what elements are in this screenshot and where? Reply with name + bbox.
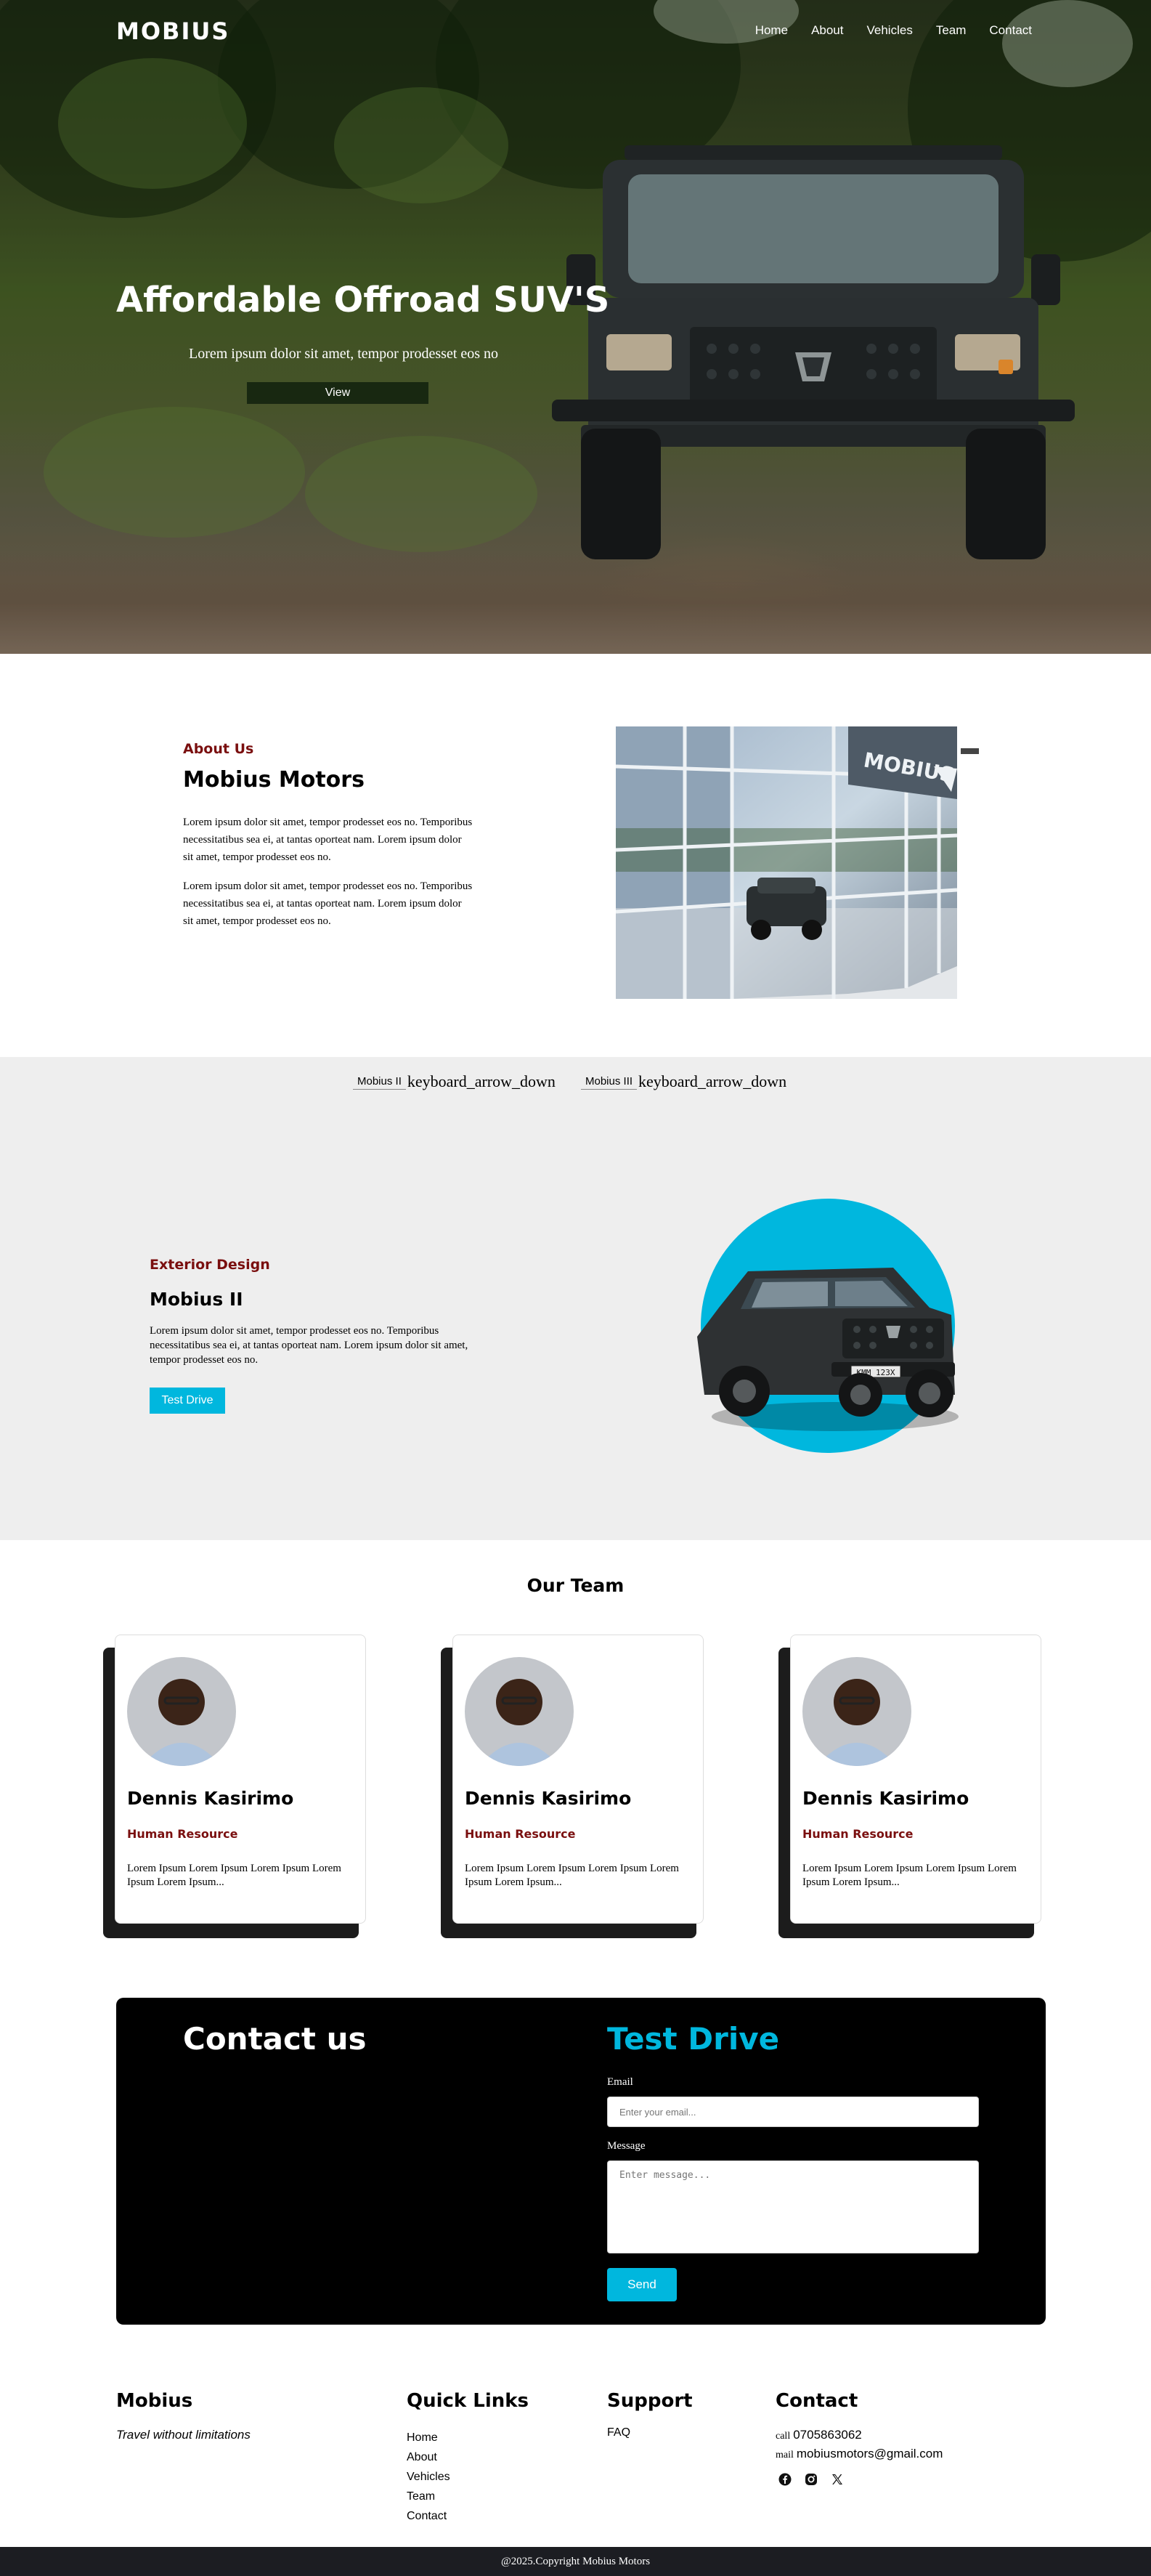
- exterior-label: Exterior Design: [150, 1257, 270, 1273]
- member-bio: Lorem Ipsum Lorem Ipsum Lorem Ipsum Lore…: [127, 1863, 341, 1888]
- quick-links-list: Home About Vehicles Team Contact: [407, 2428, 450, 2526]
- member-role: Human Resource: [127, 1827, 238, 1841]
- chevron-down-icon[interactable]: keyboard_arrow_down: [407, 1072, 556, 1091]
- team-title: Our Team: [526, 1575, 625, 1596]
- x-icon[interactable]: [829, 2471, 845, 2487]
- footer-link-contact[interactable]: Contact: [407, 2506, 450, 2526]
- member-role: Human Resource: [465, 1827, 576, 1841]
- model-select-1[interactable]: Mobius II keyboard_arrow_down: [353, 1072, 556, 1091]
- support-title: Support: [607, 2390, 693, 2412]
- member-role: Human Resource: [802, 1827, 914, 1841]
- hero-title: Affordable Offroad SUV'S: [116, 280, 610, 320]
- quick-links-title: Quick Links: [407, 2390, 529, 2412]
- footer-link-about[interactable]: About: [407, 2447, 450, 2467]
- avatar: [465, 1657, 574, 1766]
- about-label: About Us: [183, 741, 254, 757]
- test-drive-form-title: Test Drive: [607, 2021, 780, 2057]
- message-field[interactable]: [607, 2160, 979, 2253]
- team-card: Dennis Kasirimo Human Resource Lorem Ips…: [115, 1635, 366, 1924]
- model-select-value[interactable]: Mobius II: [353, 1074, 406, 1090]
- avatar: [802, 1657, 911, 1766]
- member-bio: Lorem Ipsum Lorem Ipsum Lorem Ipsum Lore…: [802, 1863, 1017, 1888]
- instagram-icon[interactable]: [803, 2471, 819, 2487]
- nav-link-about[interactable]: About: [811, 23, 843, 38]
- member-name: Dennis Kasirimo: [127, 1788, 294, 1809]
- member-bio: Lorem Ipsum Lorem Ipsum Lorem Ipsum Lore…: [465, 1863, 679, 1888]
- team-card: Dennis Kasirimo Human Resource Lorem Ips…: [790, 1635, 1041, 1924]
- member-name: Dennis Kasirimo: [465, 1788, 632, 1809]
- vehicle-title: Mobius II: [150, 1289, 243, 1310]
- test-drive-button[interactable]: Test Drive: [150, 1388, 225, 1414]
- main-nav: Home About Vehicles Team Contact: [755, 23, 1032, 38]
- email-line: mail mobiusmotors@gmail.com: [776, 2447, 943, 2461]
- footer-link-vehicles[interactable]: Vehicles: [407, 2467, 450, 2487]
- model-select-value[interactable]: Mobius III: [581, 1074, 638, 1090]
- footer-link-faq[interactable]: FAQ: [607, 2426, 630, 2439]
- facebook-icon[interactable]: [777, 2471, 793, 2487]
- hero-subtitle: Lorem ipsum dolor sit amet, tempor prode…: [189, 346, 499, 362]
- phone-number[interactable]: 0705863062: [793, 2428, 862, 2442]
- about-paragraph: Lorem ipsum dolor sit amet, tempor prode…: [183, 817, 473, 863]
- nav-link-contact[interactable]: Contact: [989, 23, 1032, 38]
- nav-link-team[interactable]: Team: [936, 23, 967, 38]
- contact-title: Contact us: [183, 2021, 367, 2057]
- chevron-down-icon[interactable]: keyboard_arrow_down: [638, 1072, 786, 1091]
- about-title: Mobius Motors: [183, 767, 365, 793]
- hero-truck-image: [552, 145, 1075, 559]
- member-name: Dennis Kasirimo: [802, 1788, 969, 1809]
- vehicle-image: KMM 123X: [697, 1199, 959, 1453]
- model-select-2[interactable]: Mobius III keyboard_arrow_down: [581, 1072, 786, 1091]
- message-label: Message: [607, 2140, 646, 2152]
- avatar: [127, 1657, 236, 1766]
- mail-icon: mail: [776, 2450, 794, 2460]
- footer-link-team[interactable]: Team: [407, 2487, 450, 2506]
- social-links: [777, 2471, 845, 2487]
- vehicle-description: Lorem ipsum dolor sit amet, tempor prode…: [150, 1325, 468, 1366]
- about-paragraph: Lorem ipsum dolor sit amet, tempor prode…: [183, 880, 473, 927]
- showroom-image: MOBIUS: [616, 726, 979, 999]
- email-field[interactable]: [607, 2097, 979, 2127]
- call-icon: call: [776, 2431, 791, 2442]
- footer-brand: Mobius: [116, 2390, 193, 2412]
- email-address[interactable]: mobiusmotors@gmail.com: [797, 2447, 943, 2461]
- copyright-bar: @2025.Copyright Mobius Motors: [0, 2547, 1151, 2576]
- nav-link-vehicles[interactable]: Vehicles: [867, 23, 913, 38]
- hero-section: MOBIUS Home About Vehicles Team Contact …: [0, 0, 1151, 654]
- site-logo[interactable]: MOBIUS: [116, 17, 229, 45]
- send-button[interactable]: Send: [607, 2268, 677, 2301]
- footer-tagline: Travel without limitations: [116, 2428, 251, 2442]
- email-label: Email: [607, 2076, 633, 2088]
- contact-heading: Contact: [776, 2390, 858, 2412]
- footer-link-home[interactable]: Home: [407, 2428, 450, 2447]
- phone-line: call 0705863062: [776, 2428, 862, 2442]
- nav-link-home[interactable]: Home: [755, 23, 788, 38]
- team-card: Dennis Kasirimo Human Resource Lorem Ips…: [452, 1635, 704, 1924]
- view-button[interactable]: View: [247, 382, 428, 404]
